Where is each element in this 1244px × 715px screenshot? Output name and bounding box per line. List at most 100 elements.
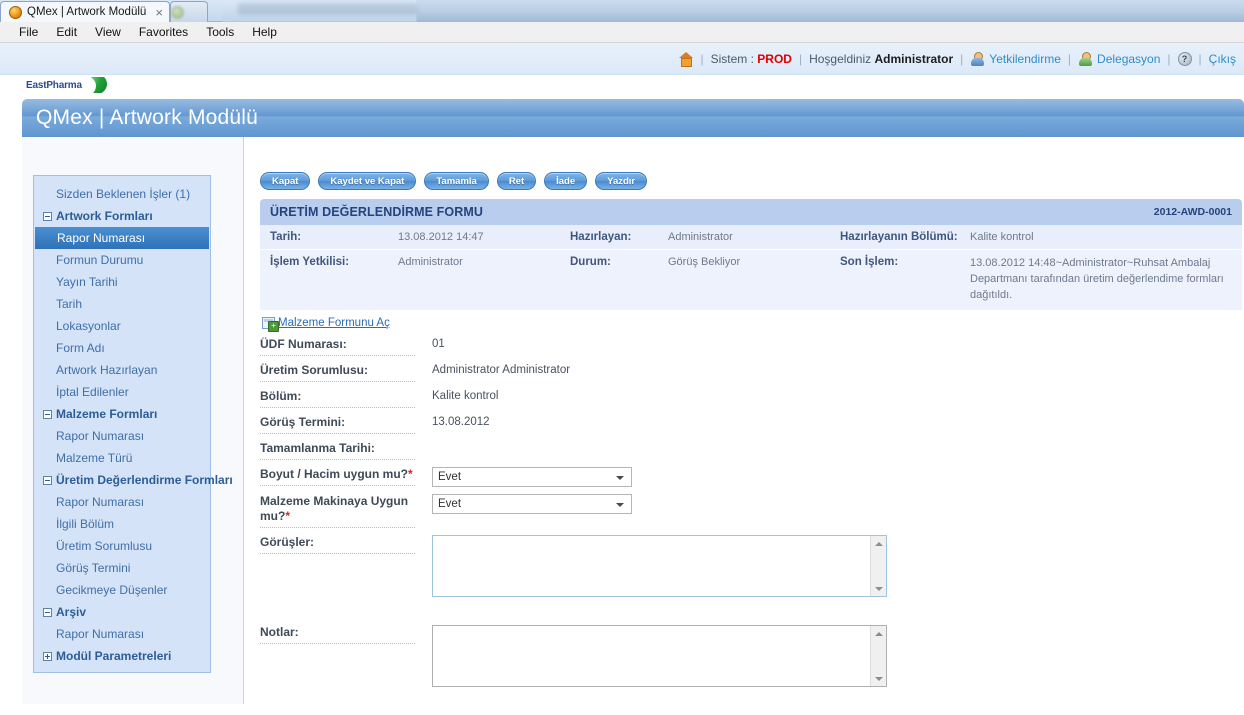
sidebar-item-16[interactable]: Üretim Sorumlusu (34, 535, 210, 557)
scroll-down-icon[interactable] (871, 671, 887, 686)
info-value: Administrator (668, 231, 733, 243)
separator: | (1167, 52, 1171, 66)
sidebar-item-2[interactable]: Rapor Numarası (35, 227, 209, 249)
collapse-icon[interactable] (43, 475, 52, 485)
page-title-bar: QMex | Artwork Modülü (22, 99, 1244, 137)
field-row: ÜDF Numarası: 01 (260, 337, 1220, 356)
home-icon[interactable] (678, 52, 694, 67)
sidebar-item-10[interactable]: Malzeme Formları (34, 403, 210, 425)
sidebar-item-15[interactable]: İlgili Bölüm (34, 513, 210, 535)
field-label: Tamamlanma Tarihi: (260, 441, 415, 460)
browser-tab-title: QMex | Artwork Modülü (27, 6, 147, 18)
page-root: | Sistem : PROD | Hoşgeldiniz Administra… (0, 43, 1244, 704)
menu-tools[interactable]: Tools (197, 24, 243, 40)
menu-view[interactable]: View (86, 24, 130, 40)
textarea-8[interactable] (432, 625, 887, 687)
textarea-7[interactable] (432, 535, 887, 597)
toolbar-button-yazdır[interactable]: Yazdır (595, 172, 648, 190)
sidebar-item-17[interactable]: Görüş Termini (34, 557, 210, 579)
scroll-up-icon[interactable] (871, 626, 887, 641)
field-label: Notlar: (260, 625, 415, 644)
select-5[interactable]: Evet (432, 467, 632, 487)
sidebar-item-8[interactable]: Artwork Hazırlayan (34, 359, 210, 381)
sidebar-item-11[interactable]: Rapor Numarası (34, 425, 210, 447)
sidebar-item-3[interactable]: Formun Durumu (34, 249, 210, 271)
browser-tab-active[interactable]: QMex | Artwork Modülü × (0, 1, 170, 22)
menu-edit[interactable]: Edit (47, 24, 86, 40)
sidebar-item-label: Formun Durumu (56, 253, 144, 267)
toolbar-button-i̇ade[interactable]: İade (544, 172, 588, 190)
sidebar-item-4[interactable]: Yayın Tarihi (34, 271, 210, 293)
info-label: Durum: (570, 256, 611, 268)
toolbar-button-kaydet-ve-kapat[interactable]: Kaydet ve Kapat (318, 172, 417, 190)
info-label: İşlem Yetkilisi: (270, 256, 350, 268)
sidebar-item-1[interactable]: Artwork Formları (34, 205, 210, 227)
info-cell-hazirlayanin-bolumu: Hazırlayanın Bölümü: Kalite kontrol (840, 231, 1232, 243)
toolbar-button-tamamla[interactable]: Tamamla (424, 172, 489, 190)
sidebar-item-7[interactable]: Form Adı (34, 337, 210, 359)
scroll-up-icon[interactable] (871, 536, 887, 551)
sidebar-item-13[interactable]: Üretim Değerlendirme Formları (34, 469, 233, 491)
collapse-icon[interactable] (43, 409, 52, 419)
textarea-scrollbar[interactable] (870, 536, 886, 596)
sidebar-item-9[interactable]: İptal Edilenler (34, 381, 210, 403)
sidebar-item-label: Rapor Numarası (56, 495, 145, 509)
toolbar-button-kapat[interactable]: Kapat (260, 172, 311, 190)
page-title: QMex | Artwork Modülü (36, 106, 259, 129)
close-tab-icon[interactable]: × (155, 6, 163, 19)
toolbar-button-ret[interactable]: Ret (496, 172, 537, 190)
sidebar-item-0[interactable]: Sizden Beklenen İşler (1) (34, 183, 210, 205)
sidebar-item-18[interactable]: Gecikmeye Düşenler (34, 579, 210, 601)
select-6[interactable]: Evet (432, 494, 632, 514)
sidebar-item-label: Rapor Numarası (57, 231, 146, 245)
delegation-icon[interactable] (1078, 52, 1094, 66)
field-value: Kalite kontrol (432, 390, 499, 402)
form-card-header: ÜRETİM DEĞERLENDİRME FORMU 2012-AWD-0001 (260, 199, 1242, 225)
sidebar-item-12[interactable]: Malzeme Türü (34, 447, 210, 469)
favicon-icon (9, 5, 22, 19)
textarea-scrollbar[interactable] (870, 626, 886, 686)
sidebar-item-21[interactable]: Modül Parametreleri (34, 645, 210, 667)
detail-fields: ÜDF Numarası: 01 Üretim Sorumlusu: Administ… (260, 337, 1220, 715)
collapse-icon[interactable] (43, 211, 52, 221)
sidebar-item-label: Malzeme Türü (56, 451, 133, 465)
info-value: Kalite kontrol (970, 231, 1034, 243)
sidebar-item-20[interactable]: Rapor Numarası (34, 623, 210, 645)
menu-help[interactable]: Help (243, 24, 286, 40)
field-value: 01 (432, 338, 445, 350)
sidebar-item-label: Üretim Sorumlusu (56, 539, 153, 553)
browser-tab-inactive[interactable] (169, 1, 208, 22)
form-card-title: ÜRETİM DEĞERLENDİRME FORMU (270, 205, 484, 219)
expand-icon[interactable] (43, 651, 52, 661)
brand-logo[interactable]: EastPharma (26, 77, 107, 93)
open-material-form-link[interactable]: Malzeme Formunu Aç (262, 317, 390, 332)
authorize-icon[interactable] (970, 52, 986, 66)
help-icon[interactable]: ? (1177, 52, 1192, 66)
info-label: Son İşlem: (840, 256, 899, 268)
sidebar-item-5[interactable]: Tarih (34, 293, 210, 315)
logout-link[interactable]: Çıkış (1209, 52, 1236, 66)
authorize-link[interactable]: Yetkilendirme (989, 52, 1061, 66)
form-summary-card: ÜRETİM DEĞERLENDİRME FORMU 2012-AWD-0001… (260, 199, 1242, 311)
required-marker: * (285, 509, 291, 523)
main-panel: Kapat Kaydet ve Kapat Tamamla Ret İade Yazdır… (244, 137, 1244, 704)
sidebar-item-6[interactable]: Lokasyonlar (34, 315, 210, 337)
delegation-link[interactable]: Delegasyon (1097, 52, 1160, 66)
info-value: 13.08.2012 14:48~Administrator~Ruhsat Am… (970, 257, 1224, 301)
scroll-down-icon[interactable] (871, 581, 887, 596)
menu-file[interactable]: File (10, 24, 47, 40)
field-label: Üretim Sorumlusu: (260, 363, 415, 382)
sidebar-item-19[interactable]: Arşiv (34, 601, 210, 623)
field-label: Bölüm: (260, 389, 415, 408)
info-label: Hazırlayan: (570, 231, 632, 243)
info-value: Görüş Bekliyor (668, 256, 741, 268)
sidebar-item-label: Lokasyonlar (56, 319, 121, 333)
chevron-down-icon (616, 503, 624, 507)
collapse-icon[interactable] (43, 607, 52, 617)
sidebar: Sizden Beklenen İşler (1) Artwork Formlar… (22, 137, 244, 704)
greeting-label: Hoşgeldiniz (809, 52, 872, 66)
menu-favorites[interactable]: Favorites (130, 24, 197, 40)
sidebar-item-14[interactable]: Rapor Numarası (34, 491, 210, 513)
sidebar-item-label: Malzeme Formları (56, 407, 158, 421)
sidebar-item-label: Artwork Formları (56, 209, 153, 223)
